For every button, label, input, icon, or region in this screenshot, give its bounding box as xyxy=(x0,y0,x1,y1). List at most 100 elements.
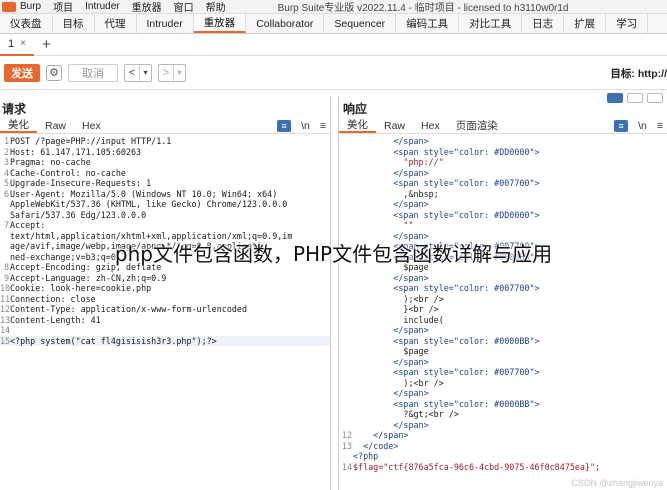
request-tab-hex[interactable]: Hex xyxy=(74,118,109,133)
wrap-lines-icon[interactable]: ≡ xyxy=(614,120,629,132)
code-text: );<br /> xyxy=(353,377,444,388)
line-number xyxy=(339,136,353,147)
code-text: Content-Length: 41 xyxy=(10,314,101,325)
cancel-button[interactable]: 取消 xyxy=(68,63,118,82)
line-number xyxy=(339,199,353,210)
history-back-button[interactable]: < ▾ xyxy=(124,63,152,82)
window-title: Burp Suite专业版 v2022.11.4 - 临时项目 - licens… xyxy=(277,3,569,14)
code-text: }<br /> xyxy=(353,304,439,314)
code-line: <span style="color: #0000BB"> xyxy=(339,336,667,347)
response-tools: ≡ \n ≡ xyxy=(614,118,663,134)
gear-icon[interactable]: ⚙ xyxy=(46,64,62,81)
wrap-lines-icon[interactable]: ≡ xyxy=(277,120,292,132)
code-text: </code> xyxy=(353,440,399,451)
line-number xyxy=(339,294,353,305)
repeater-tab-label: 1 xyxy=(8,37,15,50)
layout-stacked-icon[interactable] xyxy=(627,93,643,103)
line-number xyxy=(339,168,353,179)
code-line: 3 Pragma: no-cache xyxy=(0,157,330,168)
code-line: "" xyxy=(339,220,667,231)
newline-toggle[interactable]: \n xyxy=(638,120,647,132)
code-line: "php://" xyxy=(339,157,667,168)
code-line: 12 </span> xyxy=(339,430,667,441)
code-text: <span style="color: #007700"> xyxy=(353,283,540,293)
line-number xyxy=(339,346,353,357)
menu-icon[interactable]: ≡ xyxy=(320,120,326,132)
response-tab-pretty[interactable]: 美化 xyxy=(339,118,376,133)
menu-burp[interactable]: Burp xyxy=(20,1,41,12)
code-text: include( xyxy=(353,314,444,325)
add-tab-icon[interactable]: + xyxy=(42,37,51,52)
target-label[interactable]: 目标: http:// xyxy=(610,66,667,81)
menu-intruder[interactable]: Intruder xyxy=(85,1,119,12)
history-forward-button[interactable]: > ▾ xyxy=(158,63,186,82)
line-number: 9 xyxy=(3,272,9,283)
menu-window[interactable]: 窗口 xyxy=(174,0,194,14)
menu-repeater[interactable]: 重放器 xyxy=(132,0,162,14)
send-button[interactable]: 发送 xyxy=(4,63,40,82)
code-text: </span> xyxy=(353,419,429,430)
layout-side-by-side-icon[interactable] xyxy=(607,93,623,103)
line-number xyxy=(339,451,353,462)
menu-project[interactable]: 项目 xyxy=(53,0,73,14)
watermark: CSDN @zhangjiwenya xyxy=(571,478,663,488)
line-number xyxy=(339,336,353,347)
code-text: <span style="color: #DD0000"> xyxy=(353,146,540,157)
newline-toggle[interactable]: \n xyxy=(301,120,310,132)
response-tab-render[interactable]: 页面渲染 xyxy=(448,118,506,133)
line-number: 12 xyxy=(341,430,352,440)
request-title: 请求 xyxy=(2,102,27,116)
tab-dashboard[interactable]: 仪表盘 xyxy=(0,14,53,33)
code-text: AppleWebKit/537.36 (KHTML, like Gecko) C… xyxy=(10,199,288,209)
line-number: 15 xyxy=(0,335,11,346)
tab-comparer[interactable]: 对比工具 xyxy=(459,14,523,33)
line-number xyxy=(339,409,353,420)
code-line: <span style="color: #007700"> xyxy=(339,178,667,189)
tool-tabs: 仪表盘 目标 代理 Intruder 重放器 Collaborator Sequ… xyxy=(0,14,667,34)
tab-collaborator[interactable]: Collaborator xyxy=(246,14,325,33)
menu-bar: Burp 项目 Intruder 重放器 窗口 帮助 Burp Suite专业版… xyxy=(0,0,667,14)
repeater-tab-1[interactable]: 1 × xyxy=(0,34,34,56)
code-text: Cache-Control: no-cache xyxy=(10,167,126,178)
chevron-down-icon[interactable]: ▾ xyxy=(173,64,185,81)
line-number: 2 xyxy=(3,146,9,157)
tab-extensions[interactable]: 扩展 xyxy=(564,14,607,33)
line-number xyxy=(0,210,10,221)
action-bar: 发送 ⚙ 取消 < ▾ > ▾ 目标: http:// xyxy=(0,56,667,90)
menu-help[interactable]: 帮助 xyxy=(206,0,226,14)
code-line: );<br /> xyxy=(339,294,667,305)
request-tab-pretty[interactable]: 美化 xyxy=(0,118,37,133)
code-line: 4 Cache-Control: no-cache xyxy=(0,168,330,179)
code-line: include( xyxy=(339,315,667,326)
tab-sequencer[interactable]: Sequencer xyxy=(324,14,397,33)
code-line: );<br /> xyxy=(339,378,667,389)
line-number xyxy=(339,367,353,378)
layout-tabs-icon[interactable] xyxy=(647,93,663,103)
chevron-down-icon[interactable]: ▾ xyxy=(139,64,151,81)
tab-proxy[interactable]: 代理 xyxy=(95,14,137,33)
response-tab-hex[interactable]: Hex xyxy=(413,118,448,133)
line-number xyxy=(339,220,353,231)
tab-learn[interactable]: 学习 xyxy=(606,14,649,33)
code-line: <span style="color: #DD0000"> xyxy=(339,147,667,158)
line-number: 5 xyxy=(3,178,9,188)
response-tab-raw[interactable]: Raw xyxy=(376,118,413,133)
tab-repeater[interactable]: 重放器 xyxy=(193,14,247,33)
close-icon[interactable]: × xyxy=(20,38,26,49)
code-text: </span> xyxy=(353,136,429,146)
tab-logger[interactable]: 日志 xyxy=(522,14,565,33)
code-text: </span> xyxy=(353,199,429,209)
tab-intruder[interactable]: Intruder xyxy=(137,14,194,33)
line-number: 6 xyxy=(3,188,9,199)
tab-target[interactable]: 目标 xyxy=(53,14,95,33)
request-tab-raw[interactable]: Raw xyxy=(37,118,74,133)
code-line: ?&gt;<br /> xyxy=(339,409,667,420)
code-line: </span> xyxy=(339,136,667,147)
response-viewer[interactable]: </span> <span style="color: #DD0000"> "p… xyxy=(339,136,667,490)
request-editor[interactable]: 1 POST /?page=PHP://input HTTP/1.1 2 Host: … xyxy=(0,136,330,490)
line-number: 12 xyxy=(0,304,11,314)
menu-icon[interactable]: ≡ xyxy=(657,120,663,132)
code-text: "php://" xyxy=(353,157,444,167)
tab-decoder[interactable]: 编码工具 xyxy=(396,14,460,33)
